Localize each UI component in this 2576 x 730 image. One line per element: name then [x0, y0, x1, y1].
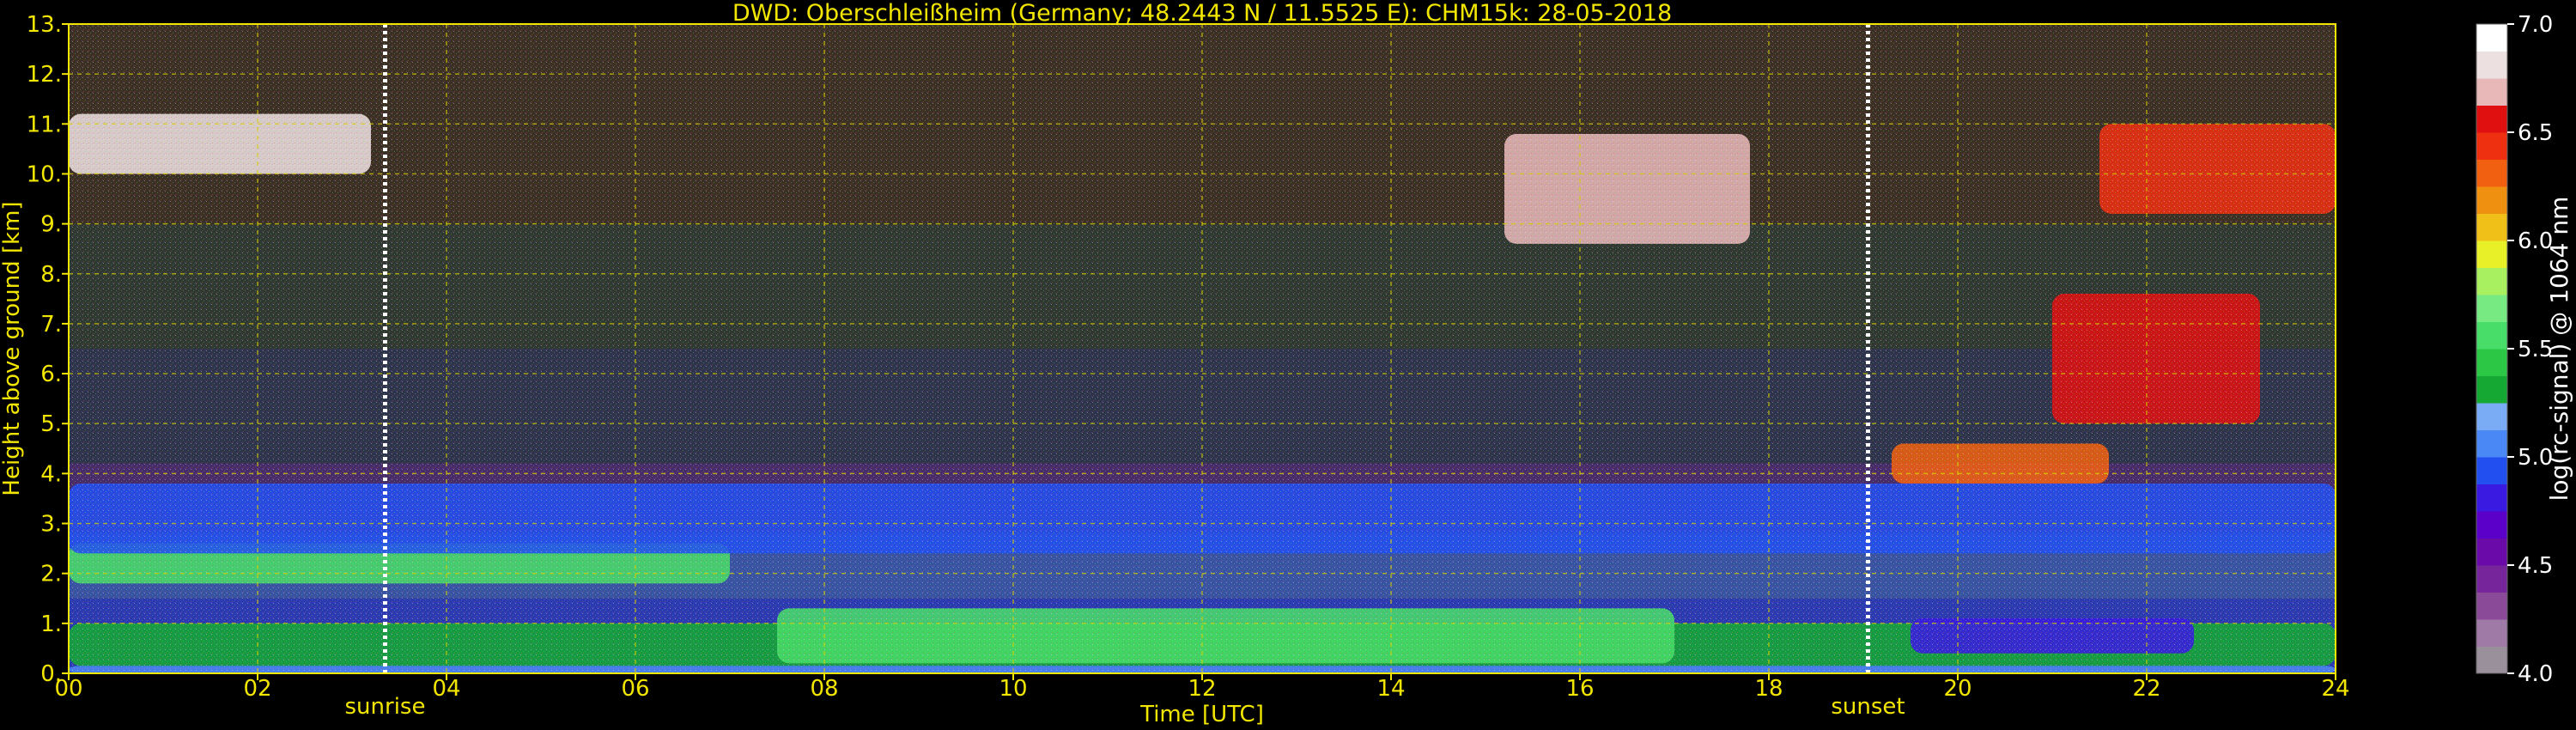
colorbar-segment	[2476, 78, 2507, 106]
colorbar-segment	[2476, 240, 2507, 268]
colorbar-segment	[2476, 321, 2507, 350]
y-tick-label: 12.	[27, 62, 62, 88]
colorbar-segment	[2476, 538, 2507, 566]
colorbar-tick-label: 4.5	[2518, 553, 2553, 579]
colorbar-label: log(rc-signal) @ 1064 nm	[2545, 197, 2573, 502]
y-tick-label: 4.	[40, 461, 62, 487]
x-tick-label: 12	[1188, 676, 1216, 702]
y-tick-label: 3.	[40, 512, 62, 538]
colorbar-segment	[2476, 619, 2507, 647]
colorbar-segment	[2476, 511, 2507, 538]
event-label-sunrise: sunrise	[345, 694, 426, 720]
colorbar-segment	[2476, 295, 2507, 322]
colorbar-segment	[2476, 375, 2507, 404]
colorbar-tick-label: 7.0	[2518, 12, 2553, 38]
y-tick-label: 13.	[27, 12, 62, 38]
y-axis-label: Height above ground [km]	[0, 201, 25, 496]
colorbar-tick-label: 6.5	[2518, 120, 2553, 146]
colorbar-segment	[2476, 51, 2507, 79]
x-axis-label: Time [UTC]	[1139, 702, 1264, 727]
event-label-sunset: sunset	[1831, 694, 1905, 720]
x-tick-label: 22	[2132, 676, 2160, 702]
y-tick-label: 8.	[40, 262, 62, 288]
y-tick-label: 11.	[27, 112, 62, 137]
colorbar-segment	[2476, 213, 2507, 241]
y-tick-label: 6.	[40, 362, 62, 387]
x-tick-label: 16	[1565, 676, 1594, 702]
x-tick-label: 06	[621, 676, 649, 702]
y-tick-label: 5.	[40, 411, 62, 437]
colorbar-segment	[2476, 403, 2507, 430]
y-tick-label: 7.	[40, 312, 62, 338]
y-tick-label: 10.	[27, 161, 62, 187]
colorbar-segments	[2476, 24, 2507, 674]
colorbar-segment	[2476, 484, 2507, 512]
ceilometer-chart: DWD: Oberschleißheim (Germany; 48.2443 N…	[0, 0, 2573, 727]
colorbar-segment	[2476, 186, 2507, 214]
x-tick-label: 10	[999, 676, 1027, 702]
colorbar-segment	[2476, 565, 2507, 593]
event-labels: sunrise sunset	[345, 694, 1905, 720]
colorbar-segment	[2476, 24, 2507, 52]
x-tick-label: 18	[1754, 676, 1783, 702]
x-tick-label: 04	[432, 676, 460, 702]
colorbar-segment	[2476, 429, 2507, 458]
colorbar-segment	[2476, 646, 2507, 674]
colorbar-segment	[2476, 592, 2507, 620]
colorbar-segment	[2476, 267, 2507, 295]
colorbar-segment	[2476, 457, 2507, 484]
y-axis-ticks: 0. 1. 2. 3. 4. 5. 6. 7. 8. 9. 10. 11. 12. 13.	[27, 12, 69, 687]
colorbar-segment	[2476, 349, 2507, 376]
y-tick-label: 1.	[40, 611, 62, 637]
colorbar-segment	[2476, 159, 2507, 187]
colorbar-segment	[2476, 132, 2507, 160]
x-tick-label: 24	[2321, 676, 2349, 702]
x-tick-label: 14	[1376, 676, 1405, 702]
chart-title: DWD: Oberschleißheim (Germany; 48.2443 N…	[732, 0, 1672, 27]
y-tick-label: 2.	[40, 562, 62, 587]
x-tick-label: 02	[243, 676, 271, 702]
colorbar-tick-label: 4.0	[2518, 661, 2553, 687]
colorbar-segment	[2476, 105, 2507, 133]
y-tick-label: 0.	[40, 661, 62, 687]
plot-area	[68, 23, 2336, 674]
x-tick-label: 08	[810, 676, 838, 702]
colorbar: 4.04.55.05.56.06.57.0 log(rc-signal) @ 1…	[2476, 12, 2573, 687]
x-tick-label: 20	[1943, 676, 1971, 702]
y-tick-label: 9.	[40, 212, 62, 238]
